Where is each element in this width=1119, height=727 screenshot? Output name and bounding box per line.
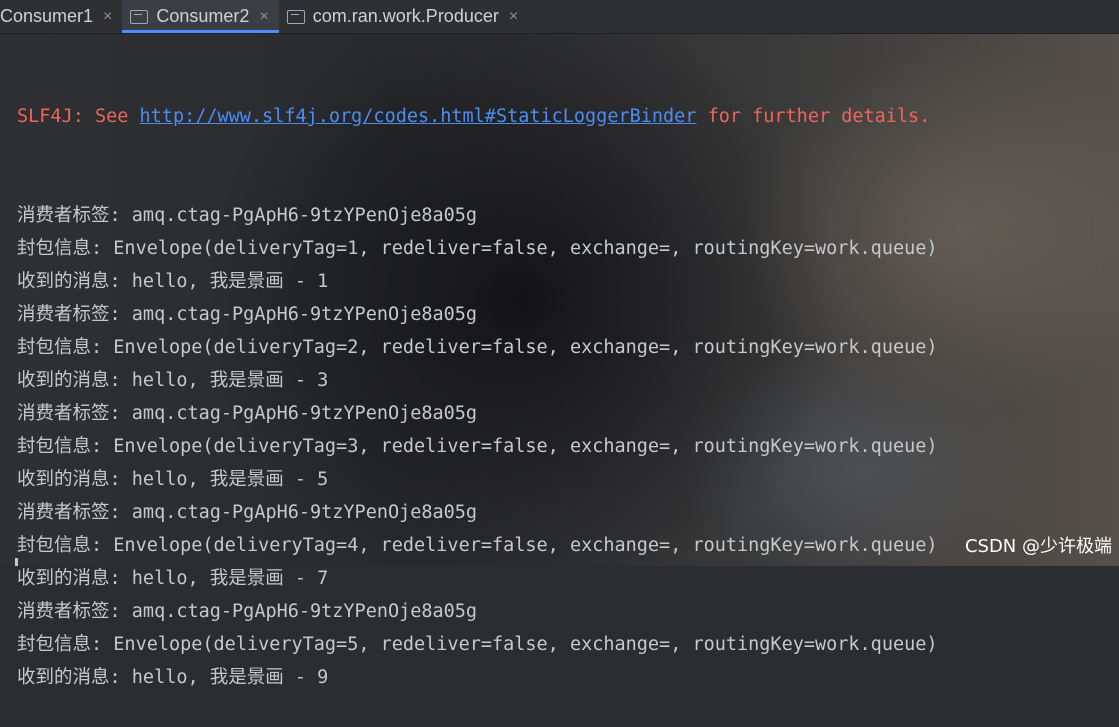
console-line: 收到的消息: hello, 我是景画 - 3: [17, 364, 1119, 397]
run-tab-bar: Consumer1 × Consumer2 × com.ran.work.Pro…: [0, 0, 1119, 34]
log-separator: :: [91, 337, 114, 358]
log-value: hello, 我是景画 - 5: [131, 469, 329, 490]
console-line: 收到的消息: hello, 我是景画 - 5: [17, 463, 1119, 496]
log-label: 封包信息: [17, 634, 92, 655]
console-line: 封包信息: Envelope(deliveryTag=5, redeliver=…: [17, 628, 1119, 661]
tab-label: com.ran.work.Producer: [312, 6, 499, 26]
log-value: Envelope(deliveryTag=1, redeliver=false,…: [113, 238, 938, 259]
console-line: 收到的消息: hello, 我是景画 - 9: [17, 661, 1119, 694]
log-separator: :: [91, 436, 114, 457]
log-label: 收到的消息: [17, 469, 110, 490]
log-label: 封包信息: [17, 337, 92, 358]
slf4j-prefix: SLF4J: See: [17, 106, 140, 127]
log-separator: :: [109, 370, 132, 391]
tab-consumer2[interactable]: Consumer2 ×: [122, 0, 280, 33]
text-cursor: [15, 558, 18, 566]
log-separator: :: [109, 502, 132, 523]
console-line: 封包信息: Envelope(deliveryTag=4, redeliver=…: [17, 529, 1119, 562]
tab-consumer1[interactable]: Consumer1 ×: [0, 0, 122, 33]
log-separator: :: [109, 403, 132, 424]
log-label: 收到的消息: [17, 568, 110, 589]
log-label: 收到的消息: [17, 271, 110, 292]
log-value: hello, 我是景画 - 1: [131, 271, 329, 292]
log-value: hello, 我是景画 - 9: [131, 667, 329, 688]
slf4j-warning-line: SLF4J: See http://www.slf4j.org/codes.ht…: [17, 100, 1119, 133]
close-icon[interactable]: ×: [103, 8, 112, 26]
log-label: 消费者标签: [17, 403, 110, 424]
log-value: Envelope(deliveryTag=3, redeliver=false,…: [113, 436, 938, 457]
tab-producer[interactable]: com.ran.work.Producer ×: [279, 0, 528, 33]
log-label: 封包信息: [17, 238, 92, 259]
console-line: 消费者标签: amq.ctag-PgApH6-9tzYPenOje8a05g: [17, 199, 1119, 232]
console-line: 消费者标签: amq.ctag-PgApH6-9tzYPenOje8a05g: [17, 397, 1119, 430]
console-line: 收到的消息: hello, 我是景画 - 7: [17, 562, 1119, 595]
log-label: 收到的消息: [17, 667, 110, 688]
watermark: CSDN @少许极端: [964, 536, 1112, 557]
close-icon[interactable]: ×: [259, 8, 268, 26]
log-value: amq.ctag-PgApH6-9tzYPenOje8a05g: [131, 205, 478, 226]
log-value: Envelope(deliveryTag=2, redeliver=false,…: [113, 337, 938, 358]
console-line: 封包信息: Envelope(deliveryTag=3, redeliver=…: [17, 430, 1119, 463]
console-output[interactable]: SLF4J: See http://www.slf4j.org/codes.ht…: [17, 34, 1119, 727]
console-line: 消费者标签: amq.ctag-PgApH6-9tzYPenOje8a05g: [17, 595, 1119, 628]
log-separator: :: [109, 601, 132, 622]
log-label: 收到的消息: [17, 370, 110, 391]
log-value: amq.ctag-PgApH6-9tzYPenOje8a05g: [131, 403, 478, 424]
slf4j-suffix: for further details.: [696, 106, 931, 127]
console-line: 收到的消息: hello, 我是景画 - 1: [17, 265, 1119, 298]
log-label: 封包信息: [17, 436, 92, 457]
tab-label: Consumer1: [0, 6, 94, 26]
console-line: 消费者标签: amq.ctag-PgApH6-9tzYPenOje8a05g: [17, 298, 1119, 331]
log-value: amq.ctag-PgApH6-9tzYPenOje8a05g: [131, 502, 478, 523]
console-line: 消费者标签: amq.ctag-PgApH6-9tzYPenOje8a05g: [17, 496, 1119, 529]
log-separator: :: [109, 304, 132, 325]
console-icon: [130, 9, 149, 24]
log-separator: :: [109, 667, 132, 688]
log-label: 封包信息: [17, 535, 92, 556]
log-separator: :: [91, 238, 114, 259]
log-value: amq.ctag-PgApH6-9tzYPenOje8a05g: [131, 601, 478, 622]
log-separator: :: [91, 634, 114, 655]
console-line: 封包信息: Envelope(deliveryTag=2, redeliver=…: [17, 331, 1119, 364]
log-value: hello, 我是景画 - 3: [131, 370, 329, 391]
log-label: 消费者标签: [17, 205, 110, 226]
tab-label: Consumer2: [156, 6, 250, 26]
log-label: 消费者标签: [17, 304, 110, 325]
log-separator: :: [109, 271, 132, 292]
log-value: Envelope(deliveryTag=4, redeliver=false,…: [113, 535, 938, 556]
log-value: amq.ctag-PgApH6-9tzYPenOje8a05g: [131, 304, 478, 325]
log-separator: :: [109, 205, 132, 226]
log-separator: :: [109, 568, 132, 589]
log-value: hello, 我是景画 - 7: [131, 568, 329, 589]
console-line: 封包信息: Envelope(deliveryTag=1, redeliver=…: [17, 232, 1119, 265]
log-separator: :: [109, 469, 132, 490]
console-icon: [286, 9, 305, 24]
log-label: 消费者标签: [17, 502, 110, 523]
log-separator: :: [91, 535, 114, 556]
log-label: 消费者标签: [17, 601, 110, 622]
slf4j-link[interactable]: http://www.slf4j.org/codes.html#StaticLo…: [140, 106, 697, 127]
close-icon[interactable]: ×: [509, 8, 518, 26]
log-value: Envelope(deliveryTag=5, redeliver=false,…: [113, 634, 938, 655]
